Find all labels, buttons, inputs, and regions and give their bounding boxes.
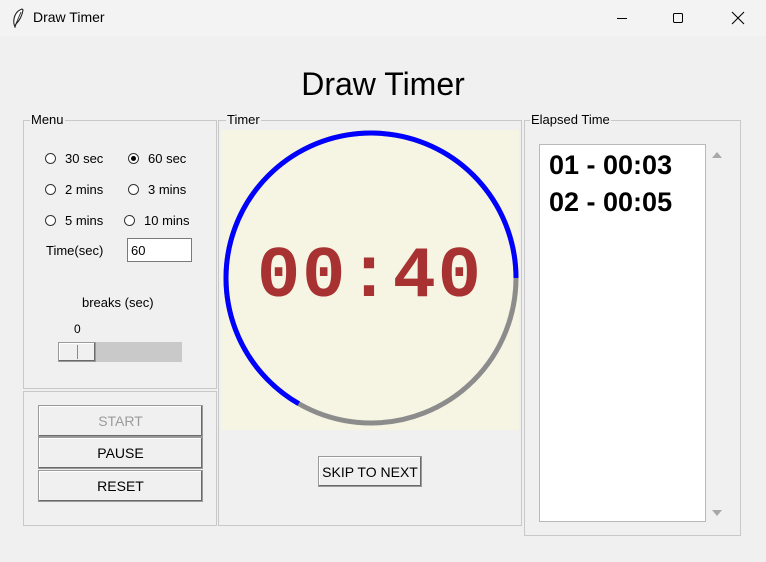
time-label: Time(sec): [46, 243, 104, 258]
close-icon: [731, 11, 745, 25]
pause-button[interactable]: PAUSE: [38, 437, 203, 469]
breaks-slider[interactable]: [58, 342, 182, 362]
radio-label: 2 mins: [65, 182, 104, 197]
radio-label: 30 sec: [65, 151, 104, 166]
elapsed-scrollbar[interactable]: [708, 144, 726, 522]
start-button[interactable]: START: [38, 405, 203, 437]
feather-icon: [13, 8, 24, 28]
elapsed-frame-label: Elapsed Time: [530, 112, 611, 127]
window-title: Draw Timer: [33, 9, 105, 25]
list-item: 01 - 00:03: [549, 150, 673, 180]
minimize-icon: [617, 18, 627, 19]
scroll-up-icon[interactable]: [711, 150, 723, 160]
radio-60-sec[interactable]: 60 sec: [128, 151, 186, 166]
radio-indicator: [45, 215, 56, 226]
radio-label: 10 mins: [144, 213, 190, 228]
slider-handle[interactable]: [58, 342, 96, 362]
radio-label: 60 sec: [148, 151, 187, 166]
timer-canvas: 00:40: [221, 130, 519, 430]
radio-3-mins[interactable]: 3 mins: [128, 182, 186, 197]
minimize-button[interactable]: [594, 0, 650, 36]
maximize-button[interactable]: [650, 0, 706, 36]
time-input[interactable]: [127, 238, 192, 262]
radio-10-mins[interactable]: 10 mins: [124, 213, 190, 228]
radio-30-sec[interactable]: 30 sec: [45, 151, 103, 166]
timer-display: 00:40: [256, 236, 484, 318]
radio-indicator: [45, 184, 56, 195]
radio-indicator: [128, 184, 139, 195]
list-item: 02 - 00:05: [549, 187, 673, 217]
skip-to-next-button[interactable]: SKIP TO NEXT: [318, 456, 422, 487]
app-heading: Draw Timer: [301, 66, 465, 102]
breaks-value: 0: [74, 322, 81, 336]
breaks-label: breaks (sec): [82, 295, 154, 310]
radio-label: 3 mins: [148, 182, 187, 197]
timer-frame-label: Timer: [226, 112, 261, 127]
radio-indicator: [124, 215, 135, 226]
radio-5-mins[interactable]: 5 mins: [45, 213, 103, 228]
menu-frame-label: Menu: [30, 112, 65, 127]
radio-indicator: [45, 153, 56, 164]
scroll-down-icon[interactable]: [711, 508, 723, 518]
close-button[interactable]: [710, 0, 766, 36]
reset-button[interactable]: RESET: [38, 470, 203, 502]
radio-2-mins[interactable]: 2 mins: [45, 182, 103, 197]
elapsed-list[interactable]: 01 - 00:03 02 - 00:05: [539, 144, 706, 522]
radio-label: 5 mins: [65, 213, 104, 228]
maximize-icon: [673, 13, 683, 23]
radio-indicator: [128, 153, 139, 164]
